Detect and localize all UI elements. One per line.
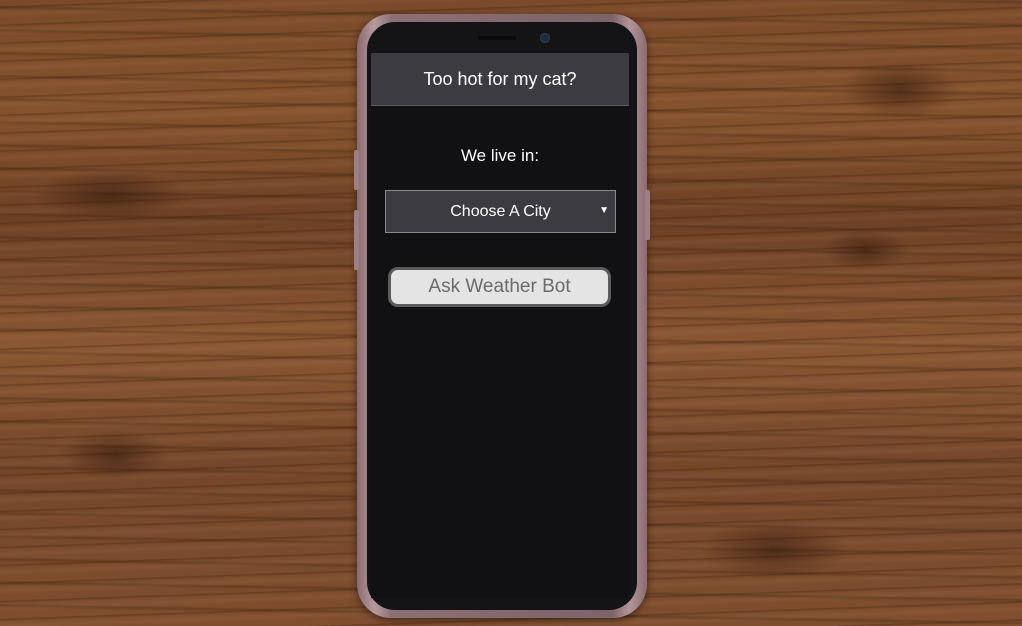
phone-side-button	[354, 210, 359, 270]
chevron-down-icon: ▼	[599, 205, 609, 216]
city-select-value: Choose A City	[450, 202, 551, 220]
ask-weather-bot-button[interactable]: Ask Weather Bot	[388, 267, 611, 307]
ask-weather-bot-label: Ask Weather Bot	[428, 276, 571, 297]
city-select[interactable]: Choose A City ▼	[385, 190, 616, 233]
phone-camera	[540, 33, 550, 43]
app-header: Too hot for my cat?	[371, 53, 629, 106]
phone-speaker	[478, 36, 516, 40]
location-label: We live in:	[460, 146, 540, 165]
app-screen: Too hot for my cat? We live in: Choose A…	[371, 53, 629, 598]
phone-side-button	[645, 190, 650, 240]
phone-side-button	[354, 150, 359, 190]
page-title: Too hot for my cat?	[423, 68, 577, 89]
